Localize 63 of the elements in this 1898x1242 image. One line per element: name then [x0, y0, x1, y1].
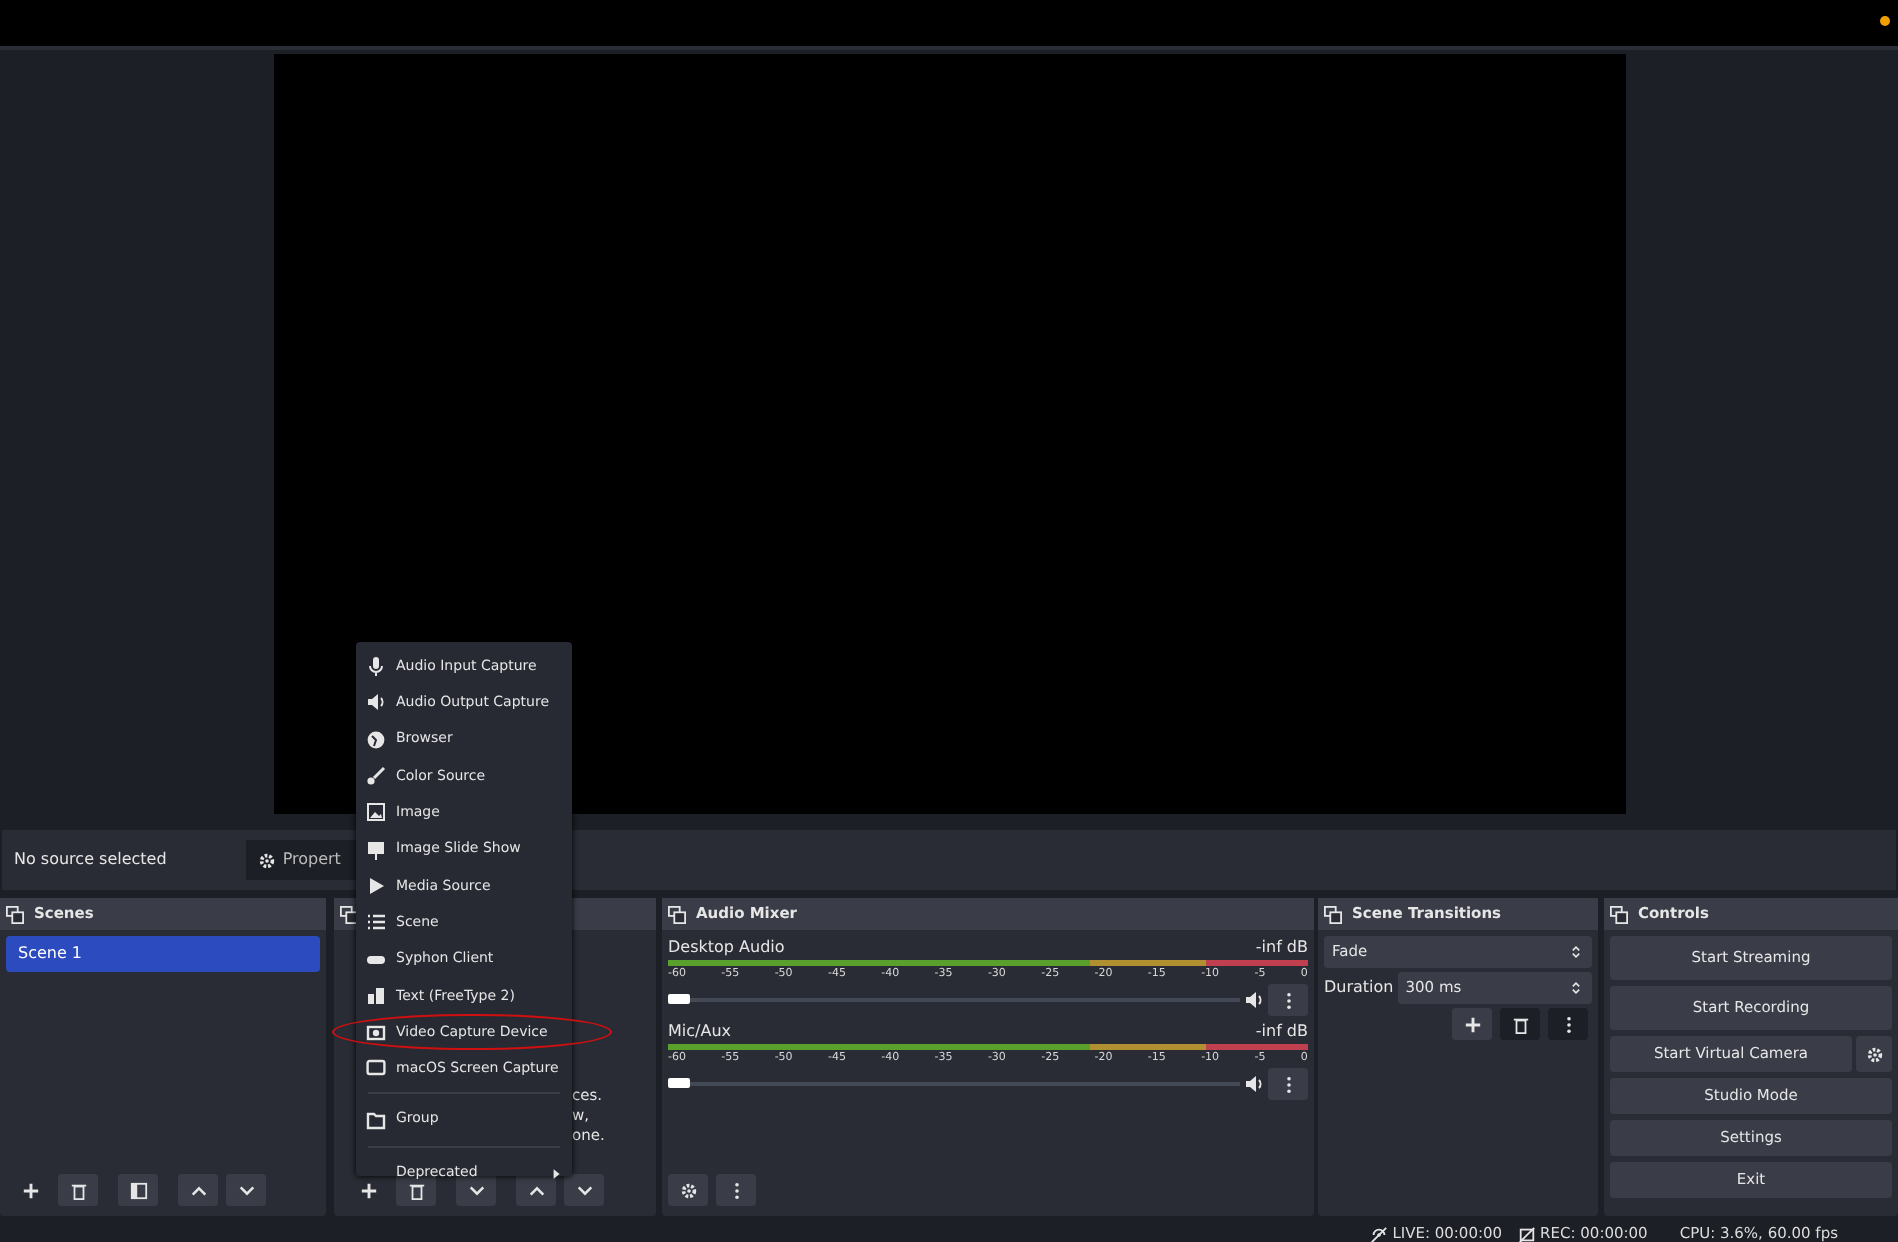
slider-thumb[interactable]	[668, 1078, 690, 1089]
folder-icon	[366, 1109, 386, 1130]
move-down-button[interactable]	[226, 1174, 266, 1206]
duration-label: Duration	[1324, 976, 1394, 1000]
chevron-up-icon	[189, 1181, 207, 1199]
text-icon	[366, 985, 386, 1006]
level-reading: -inf dB	[1255, 1020, 1308, 1045]
channel-name: Desktop Audio	[668, 936, 785, 960]
trash-icon	[1511, 1015, 1529, 1033]
dock-icon	[668, 905, 686, 923]
panel-icon	[129, 1181, 147, 1199]
virtual-camera-settings-button[interactable]	[1856, 1036, 1892, 1072]
more-button[interactable]	[1268, 1068, 1308, 1101]
more-button[interactable]	[716, 1174, 756, 1206]
filter-button[interactable]	[118, 1174, 158, 1206]
image-icon	[366, 802, 386, 823]
stepper-icon	[1568, 944, 1584, 960]
slideshow-icon	[366, 839, 386, 860]
volume-slider[interactable]	[668, 998, 1240, 1003]
chevron-down-icon	[237, 1181, 255, 1199]
camera-icon	[366, 1022, 386, 1043]
move-down-button[interactable]	[564, 1174, 604, 1206]
dock-icon	[6, 905, 24, 923]
gear-icon	[1865, 1045, 1883, 1063]
submenu-caret-icon	[550, 1167, 562, 1180]
dock-icon	[1610, 905, 1628, 923]
monitor-icon	[366, 1058, 386, 1079]
level-reading: -inf dB	[1255, 936, 1308, 960]
play-icon	[366, 875, 386, 896]
indicator-dot	[1880, 16, 1890, 26]
move-up-button[interactable]	[516, 1174, 556, 1206]
chevron-up-icon	[527, 1181, 545, 1199]
remove-button[interactable]	[1500, 1008, 1540, 1040]
slider-thumb[interactable]	[668, 994, 690, 1005]
speaker-icon	[366, 692, 386, 713]
add-icon	[359, 1181, 377, 1199]
mixer-settings-button[interactable]	[668, 1174, 708, 1206]
gear-icon	[258, 851, 277, 869]
microphone-icon	[366, 656, 386, 677]
stepper-icon	[1568, 980, 1584, 996]
add-icon	[1463, 1015, 1481, 1033]
trash-icon	[407, 1181, 425, 1199]
brush-icon	[366, 766, 386, 787]
status-text: No source selected	[14, 848, 167, 872]
more-button[interactable]	[1268, 984, 1308, 1017]
recording-icon	[1518, 1225, 1537, 1242]
scene-item[interactable]: Scene 1	[6, 936, 320, 972]
chevron-down-icon	[575, 1181, 593, 1199]
trash-icon	[69, 1181, 87, 1199]
remove-button[interactable]	[58, 1174, 98, 1206]
gear-icon	[679, 1181, 697, 1199]
move-up-button[interactable]	[178, 1174, 218, 1206]
add-button[interactable]	[1452, 1008, 1492, 1040]
more-button[interactable]	[1548, 1008, 1588, 1040]
channel-name: Mic/Aux	[668, 1020, 731, 1045]
dock-icon	[1324, 905, 1342, 923]
speaker-icon[interactable]	[1244, 1074, 1264, 1095]
speaker-icon[interactable]	[1244, 990, 1264, 1011]
broadcast-icon	[1370, 1225, 1389, 1242]
volume-slider[interactable]	[668, 1082, 1240, 1087]
add-icon	[21, 1181, 39, 1199]
chevron-down-icon	[467, 1181, 485, 1199]
list-icon	[366, 912, 386, 933]
